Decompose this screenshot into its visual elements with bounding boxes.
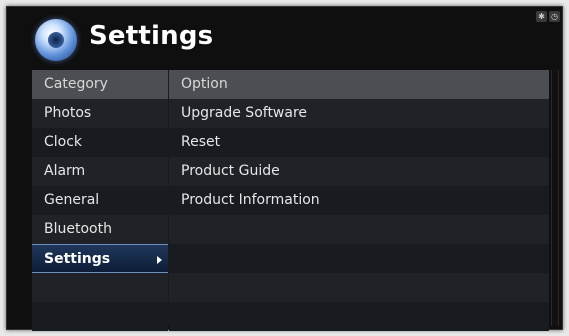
- empty-row: [169, 244, 549, 273]
- category-item-general[interactable]: General: [32, 186, 168, 215]
- category-item-clock[interactable]: Clock: [32, 128, 168, 157]
- empty-row: [32, 273, 168, 302]
- empty-row: [32, 302, 168, 331]
- chevron-right-icon: [157, 256, 162, 264]
- option-header: Option: [169, 70, 549, 99]
- category-label: Clock: [44, 134, 83, 150]
- option-item-product-guide[interactable]: Product Guide: [169, 157, 549, 186]
- empty-row: [169, 273, 549, 302]
- settings-menu: Category Photos Clock Alarm General Blue…: [32, 70, 549, 331]
- settings-gear-icon: [35, 19, 77, 61]
- category-item-photos[interactable]: Photos: [32, 99, 168, 128]
- category-header: Category: [32, 70, 168, 99]
- option-label: Product Information: [181, 192, 320, 208]
- bluetooth-icon: ✱: [536, 11, 547, 22]
- option-label: Product Guide: [181, 163, 280, 179]
- empty-row: [169, 215, 549, 244]
- option-label: Upgrade Software: [181, 105, 308, 121]
- category-label: General: [44, 192, 100, 208]
- option-item-reset[interactable]: Reset: [169, 128, 549, 157]
- category-label: Settings: [44, 251, 111, 267]
- category-label: Bluetooth: [44, 221, 112, 237]
- clock-icon: ◷: [549, 11, 560, 22]
- category-column: Category Photos Clock Alarm General Blue…: [32, 70, 168, 331]
- category-item-bluetooth[interactable]: Bluetooth: [32, 215, 168, 244]
- scrollbar[interactable]: [551, 70, 559, 326]
- header: Settings ✱ ◷: [7, 7, 562, 71]
- option-item-upgrade-software[interactable]: Upgrade Software: [169, 99, 549, 128]
- settings-window: Settings ✱ ◷ Category Photos Clock Alarm…: [6, 6, 563, 331]
- category-item-settings[interactable]: Settings: [32, 244, 168, 273]
- category-label: Alarm: [44, 163, 86, 179]
- option-item-product-information[interactable]: Product Information: [169, 186, 549, 215]
- category-label: Photos: [44, 105, 92, 121]
- page-title: Settings: [89, 21, 214, 51]
- empty-row: [169, 302, 549, 331]
- option-column: Option Upgrade Software Reset Product Gu…: [168, 70, 549, 331]
- option-label: Reset: [181, 134, 221, 150]
- category-item-alarm[interactable]: Alarm: [32, 157, 168, 186]
- status-icons: ✱ ◷: [536, 11, 560, 22]
